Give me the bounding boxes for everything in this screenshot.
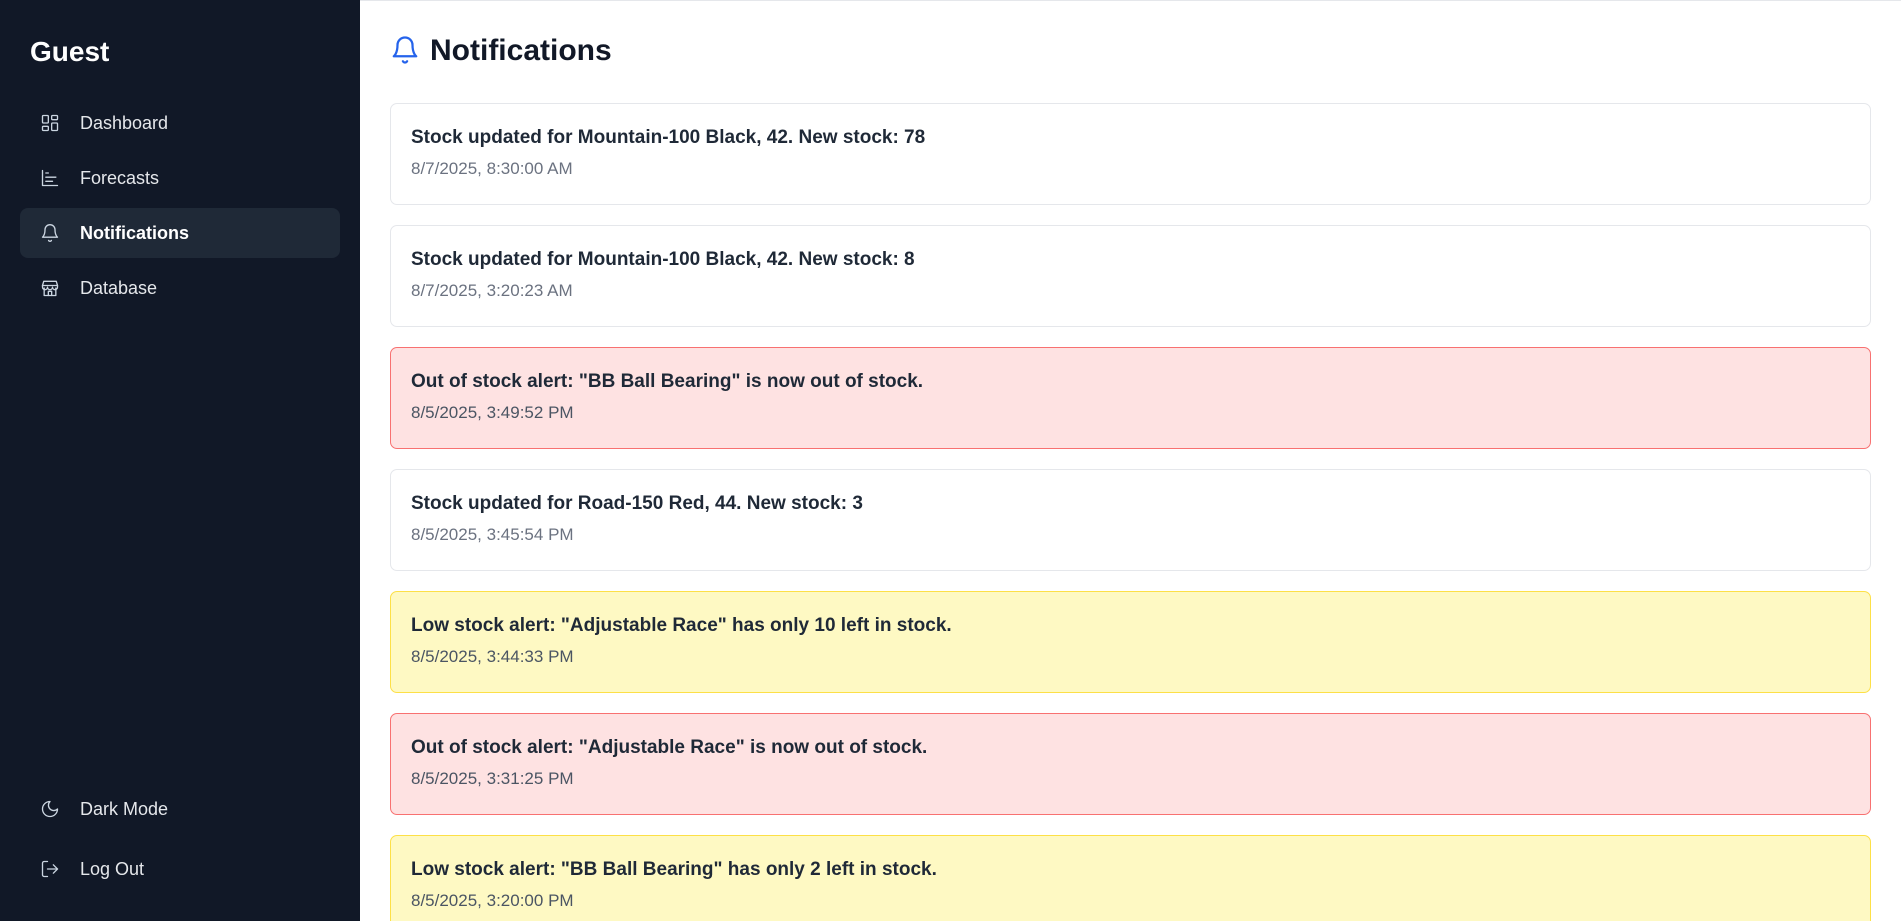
- app-root: Guest Dashboard Forecasts Notifications: [0, 0, 1901, 921]
- notification-timestamp: 8/7/2025, 8:30:00 AM: [411, 159, 573, 178]
- sidebar-title: Guest: [30, 36, 110, 67]
- notification-list: Stock updated for Mountain-100 Black, 42…: [390, 103, 1871, 921]
- logout-button[interactable]: Log Out: [20, 841, 340, 897]
- notification-message: Low stock alert: "Adjustable Race" has o…: [411, 615, 952, 636]
- notification-message: Low stock alert: "BB Ball Bearing" has o…: [411, 859, 937, 880]
- sidebar-item-database[interactable]: Database: [20, 263, 340, 313]
- notification-item[interactable]: Stock updated for Mountain-100 Black, 42…: [390, 225, 1871, 327]
- dark-mode-toggle[interactable]: Dark Mode: [20, 781, 340, 837]
- moon-icon: [40, 799, 60, 819]
- notification-item[interactable]: Stock updated for Mountain-100 Black, 42…: [390, 103, 1871, 205]
- bell-icon: [40, 223, 60, 243]
- notification-item-out-of-stock[interactable]: Out of stock alert: "Adjustable Race" is…: [390, 713, 1871, 815]
- sidebar-item-dashboard[interactable]: Dashboard: [20, 98, 340, 148]
- notification-item[interactable]: Stock updated for Road-150 Red, 44. New …: [390, 469, 1871, 571]
- notification-timestamp: 8/5/2025, 3:49:52 PM: [411, 403, 574, 422]
- sidebar-item-forecasts[interactable]: Forecasts: [20, 153, 340, 203]
- chart-icon: [40, 168, 60, 188]
- sidebar-item-label: Notifications: [80, 222, 190, 243]
- logout-icon: [40, 859, 60, 879]
- logout-label: Log Out: [80, 858, 145, 879]
- notification-timestamp: 8/5/2025, 3:31:25 PM: [411, 769, 574, 788]
- store-icon: [40, 278, 60, 298]
- notification-timestamp: 8/5/2025, 3:44:33 PM: [411, 647, 574, 666]
- notification-timestamp: 8/5/2025, 3:45:54 PM: [411, 525, 574, 544]
- sidebar-top: Guest Dashboard Forecasts Notifications: [0, 0, 360, 318]
- notification-message: Out of stock alert: "BB Ball Bearing" is…: [411, 371, 924, 392]
- sidebar-item-label: Forecasts: [80, 167, 160, 188]
- page-header: Notifications: [390, 1, 1871, 103]
- bell-icon: [390, 35, 420, 65]
- notification-message: Stock updated for Mountain-100 Black, 42…: [411, 249, 915, 270]
- notification-item-out-of-stock[interactable]: Out of stock alert: "BB Ball Bearing" is…: [390, 347, 1871, 449]
- sidebar-item-label: Dashboard: [80, 112, 169, 133]
- sidebar: Guest Dashboard Forecasts Notifications: [0, 0, 360, 921]
- notification-message: Out of stock alert: "Adjustable Race" is…: [411, 737, 928, 758]
- sidebar-bottom: Dark Mode Log Out: [0, 781, 360, 921]
- sidebar-item-label: Database: [80, 277, 158, 298]
- main-content: Notifications Stock updated for Mountain…: [360, 0, 1901, 921]
- dashboard-icon: [40, 113, 60, 133]
- notification-timestamp: 8/5/2025, 3:20:00 PM: [411, 891, 574, 910]
- page-title: Notifications: [430, 34, 612, 67]
- dark-mode-label: Dark Mode: [80, 798, 169, 819]
- notification-message: Stock updated for Mountain-100 Black, 42…: [411, 127, 926, 148]
- notification-item-low-stock[interactable]: Low stock alert: "BB Ball Bearing" has o…: [390, 835, 1871, 921]
- notification-message: Stock updated for Road-150 Red, 44. New …: [411, 493, 863, 514]
- sidebar-item-notifications[interactable]: Notifications: [20, 208, 340, 258]
- notification-timestamp: 8/7/2025, 3:20:23 AM: [411, 281, 573, 300]
- notification-item-low-stock[interactable]: Low stock alert: "Adjustable Race" has o…: [390, 591, 1871, 693]
